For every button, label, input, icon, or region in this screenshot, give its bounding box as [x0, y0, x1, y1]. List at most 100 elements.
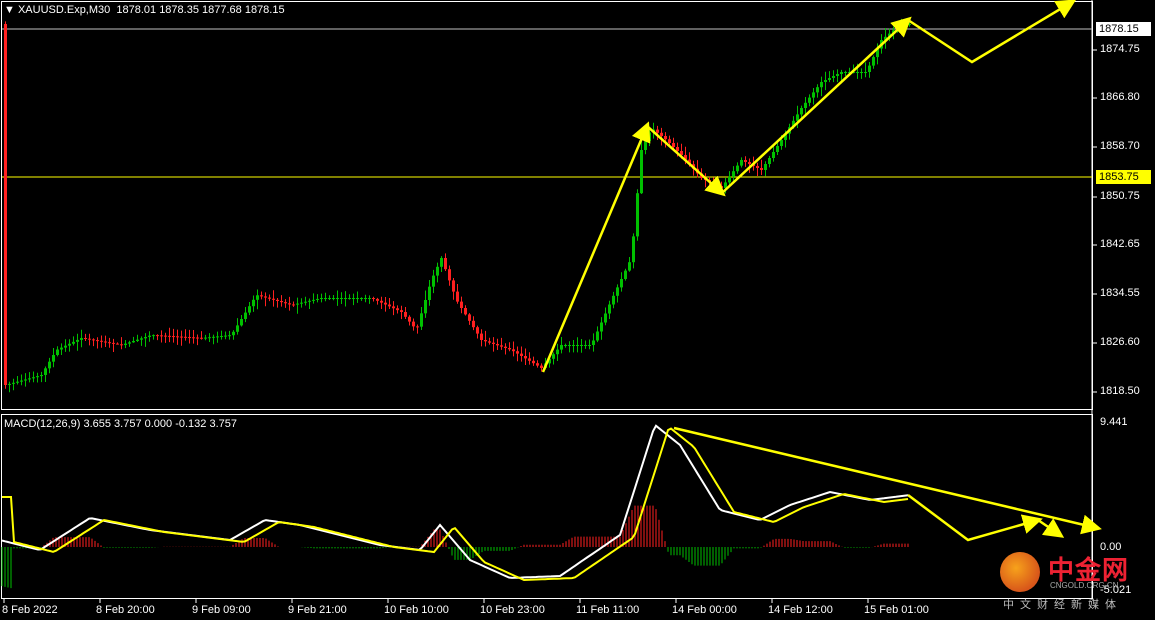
candle-body — [780, 140, 783, 146]
candle-body — [64, 345, 67, 348]
candle-body — [36, 376, 39, 378]
candle-body — [732, 171, 735, 177]
candle-body — [104, 341, 107, 343]
candle-body — [868, 65, 871, 72]
candle-body — [264, 296, 267, 298]
candle-body — [404, 312, 407, 317]
time-label: 9 Feb 21:00 — [288, 604, 347, 616]
candle-body — [860, 72, 863, 73]
candle-body — [488, 341, 491, 343]
candle-body — [348, 298, 351, 299]
candle-body — [136, 339, 139, 341]
candle-body — [12, 382, 15, 384]
candle-body — [636, 193, 639, 237]
candle-body — [424, 300, 427, 314]
candle-body — [440, 258, 443, 267]
cngold-logo-icon — [1000, 552, 1040, 592]
candle-body — [508, 348, 511, 350]
candle-body — [208, 337, 211, 339]
candle-body — [380, 300, 383, 303]
candle-body — [360, 298, 363, 299]
candle-body — [316, 298, 319, 300]
price-label: 1834.55 — [1100, 287, 1140, 299]
candle-body — [368, 298, 371, 299]
candle-body — [364, 298, 367, 299]
candle-body — [484, 340, 487, 342]
hline-price-tag[interactable]: 1853.75 — [1096, 170, 1151, 184]
candle-body — [144, 337, 147, 339]
candle-body — [108, 342, 111, 344]
candle-body — [516, 351, 519, 354]
candle-body — [420, 313, 423, 327]
candle-body — [184, 336, 187, 338]
candle-body — [284, 302, 287, 304]
candle-body — [520, 353, 523, 356]
candle-body — [672, 143, 675, 147]
candle-body — [772, 152, 775, 158]
candle-body — [396, 308, 399, 311]
candle-body — [492, 342, 495, 344]
candle-body — [132, 341, 135, 343]
candle-body — [736, 165, 739, 172]
candle-body — [344, 298, 347, 299]
macd-header: MACD(12,26,9) 3.655 3.757 0.000 -0.132 3… — [4, 418, 237, 430]
candle-body — [40, 375, 43, 377]
candle-body — [16, 381, 19, 383]
candle-body — [808, 97, 811, 103]
candle-body — [768, 158, 771, 164]
price-label: 1842.65 — [1100, 238, 1140, 250]
candle-body — [660, 132, 663, 136]
candle-body — [48, 361, 51, 369]
candle-body — [908, 24, 911, 25]
candle-body — [812, 92, 815, 98]
candle-body — [620, 279, 623, 288]
candle-body — [476, 327, 479, 334]
candle-body — [100, 340, 103, 342]
candle-body — [512, 349, 515, 352]
annotation-arrow — [907, 0, 1077, 64]
chart-window[interactable]: ▼ XAUUSD.Exp,M30 1878.01 1878.35 1877.68… — [0, 0, 1155, 620]
candle-body — [764, 164, 767, 170]
candle-body — [280, 301, 283, 303]
collapse-triangle-icon[interactable]: ▼ — [4, 4, 18, 16]
candle-body — [372, 298, 375, 299]
candle-body — [376, 298, 379, 301]
candle-body — [452, 280, 455, 292]
time-label: 14 Feb 00:00 — [672, 604, 737, 616]
symbol-ohlc-text: XAUUSD.Exp,M30 1878.01 1878.35 1877.68 1… — [17, 4, 285, 16]
candle-body — [128, 342, 131, 344]
chart-canvas[interactable] — [0, 0, 1155, 620]
candle-body — [320, 298, 323, 299]
candle-body — [576, 345, 579, 346]
candle-body — [196, 337, 199, 339]
candle-body — [212, 336, 215, 338]
candle-body — [456, 291, 459, 302]
price-label: 1826.60 — [1100, 336, 1140, 348]
candle-body — [564, 345, 567, 346]
candle-body — [572, 345, 575, 346]
candle-body — [816, 87, 819, 93]
candle-body — [152, 335, 155, 337]
candle-body — [472, 320, 475, 328]
candle-body — [4, 24, 7, 385]
candle-body — [416, 326, 419, 328]
candle-body — [464, 308, 467, 315]
candle-body — [800, 108, 803, 115]
macd-label: 9.441 — [1100, 416, 1128, 428]
candle-body — [556, 349, 559, 355]
candle-body — [588, 345, 591, 346]
candle-body — [300, 302, 303, 304]
candle-body — [28, 378, 31, 380]
candle-body — [624, 270, 627, 279]
candle-body — [480, 333, 483, 340]
candle-body — [864, 72, 867, 73]
candle-body — [96, 340, 99, 342]
candle-body — [412, 321, 415, 327]
candle-body — [532, 360, 535, 364]
candle-body — [76, 339, 79, 342]
candle-body — [668, 139, 671, 143]
candle-body — [56, 349, 59, 355]
candle-body — [656, 129, 659, 133]
candle-body — [460, 301, 463, 308]
candle-body — [148, 335, 151, 337]
